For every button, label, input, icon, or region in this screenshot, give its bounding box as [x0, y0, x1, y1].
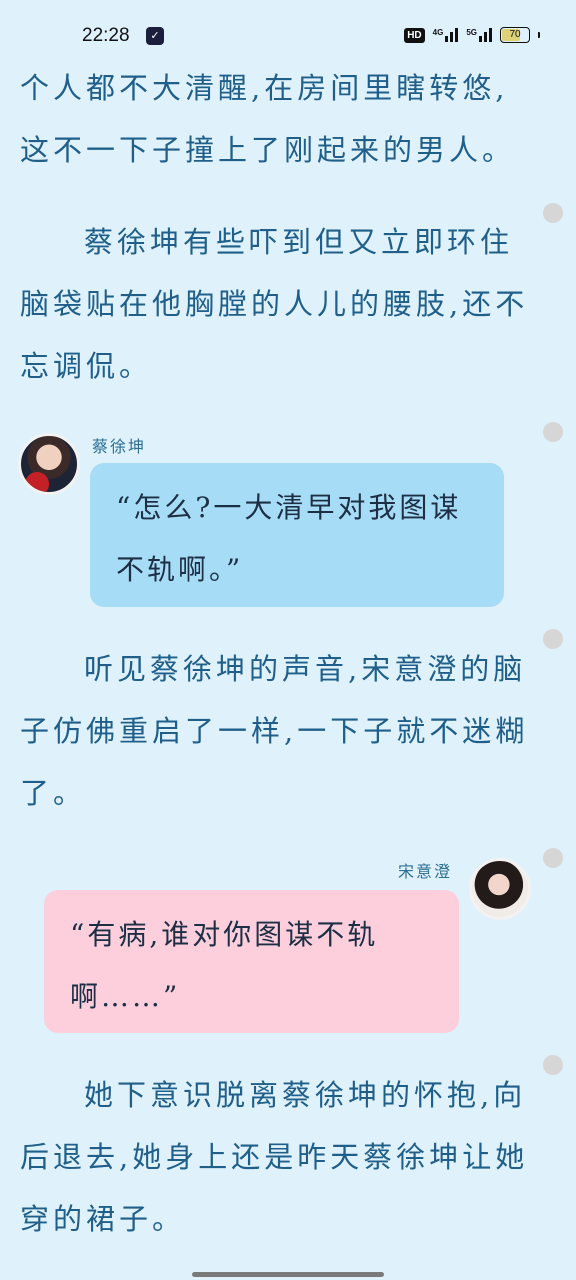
paragraph-comment-dot[interactable]: [543, 848, 563, 868]
paragraph-comment-dot[interactable]: [543, 1055, 563, 1075]
dialog-bubble-pink: “有病,谁对你图谋不轨啊……”: [44, 890, 459, 1033]
story-paragraph-2: 蔡徐坤有些吓到但又立即环住脑袋贴在他胸膛的人儿的腰肢,还不忘调侃。: [20, 225, 529, 383]
story-paragraph-4: 她下意识脱离蔡徐坤的怀抱,向后退去,她身上还是昨天蔡徐坤让她穿的裙子。: [20, 1078, 529, 1236]
paragraph-comment-dot[interactable]: [543, 629, 563, 649]
dialog-bubble-blue: “怎么?一大清早对我图谋不轨啊。”: [90, 463, 504, 607]
status-icons: HD 4G 5G 70: [404, 27, 540, 43]
story-paragraph-1: 个人都不大清醒,在房间里瞎转悠,这不一下子撞上了刚起来的男人。: [20, 71, 516, 167]
hd-voice-icon: HD: [404, 27, 425, 43]
story-paragraph-3: 听见蔡徐坤的声音,宋意澄的脑子仿佛重启了一样,一下子就不迷糊了。: [20, 652, 529, 810]
avatar-caixukun[interactable]: [18, 433, 80, 495]
speaker-name: 宋意澄: [398, 862, 453, 881]
paragraph-comment-dot[interactable]: [543, 422, 563, 442]
clock: 22:28: [82, 25, 130, 46]
battery-tip: [538, 32, 540, 38]
signal-4g-icon: 4G: [433, 28, 459, 42]
speaker-name: 蔡徐坤: [92, 437, 147, 456]
home-indicator[interactable]: [192, 1272, 384, 1277]
avatar-songyicheng[interactable]: [469, 858, 531, 920]
paragraph-comment-dot[interactable]: [543, 203, 563, 223]
app-notification-icon: ✓: [146, 27, 164, 45]
signal-5g-icon: 5G: [466, 28, 492, 42]
battery-icon: 70: [500, 27, 530, 43]
